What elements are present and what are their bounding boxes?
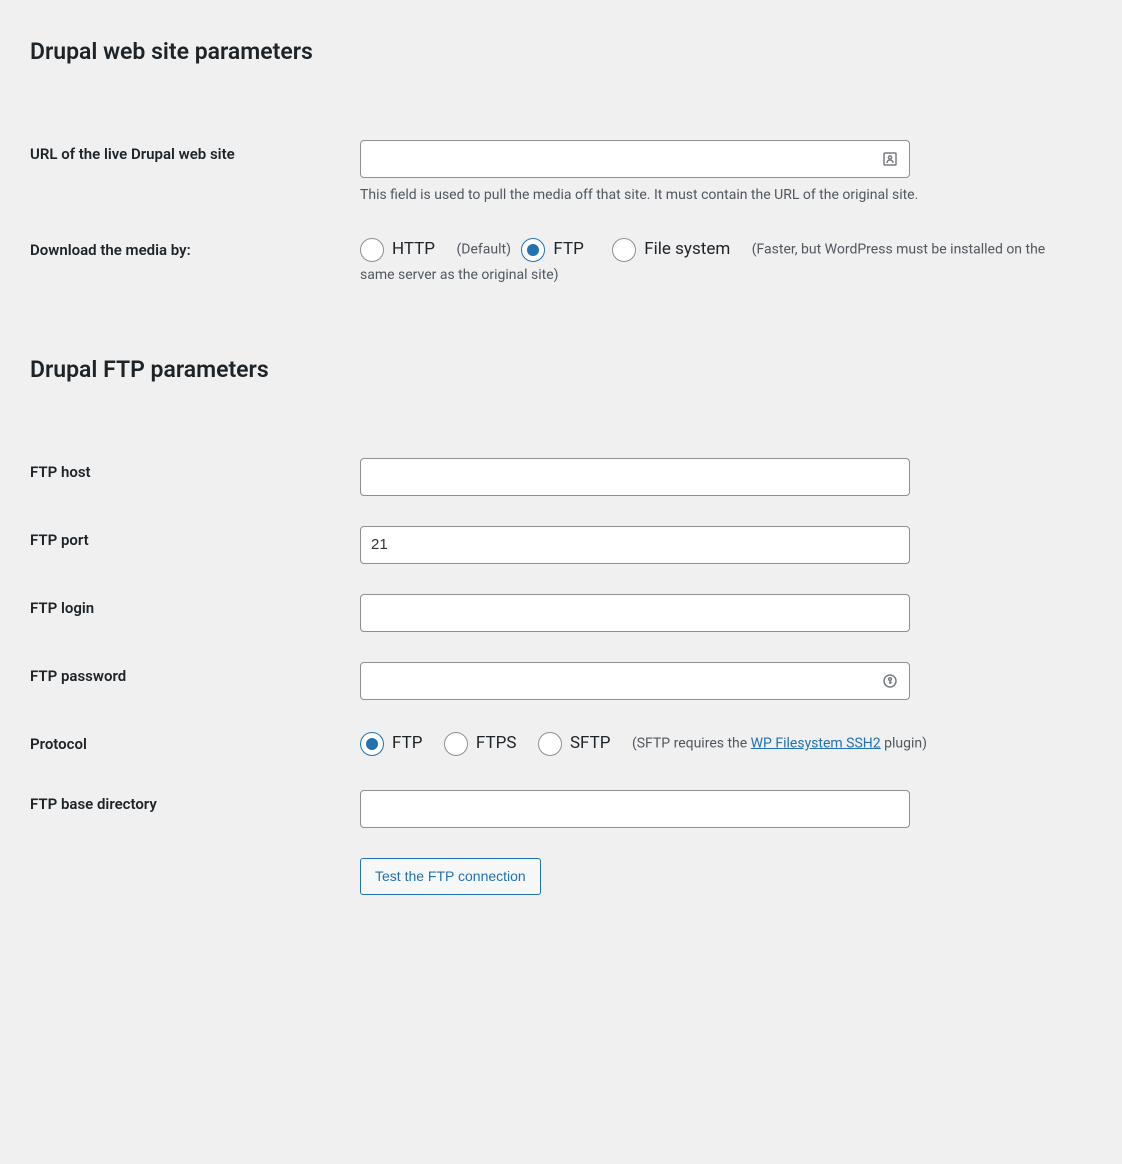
download-http-label: HTTP xyxy=(392,236,435,263)
protocol-sftp-radio[interactable] xyxy=(538,732,562,756)
ftp-base-dir-input[interactable] xyxy=(360,790,910,828)
website-params-table: URL of the live Drupal web site This fie… xyxy=(30,125,1092,301)
download-filesystem-radio[interactable] xyxy=(612,238,636,262)
ftp-login-label: FTP login xyxy=(30,579,350,647)
protocol-ftps-radio[interactable] xyxy=(444,732,468,756)
section-heading-website: Drupal web site parameters xyxy=(30,38,1092,65)
wp-filesystem-ssh2-link[interactable]: WP Filesystem SSH2 xyxy=(751,735,881,751)
ftp-params-table: FTP host FTP port FTP login FTP password xyxy=(30,443,1092,910)
ftp-base-dir-label: FTP base directory xyxy=(30,775,350,843)
section-heading-ftp: Drupal FTP parameters xyxy=(30,356,1092,383)
protocol-sftp-note: (SFTP requires the WP Filesystem SSH2 pl… xyxy=(632,735,927,751)
ftp-login-input[interactable] xyxy=(360,594,910,632)
ftp-host-input[interactable] xyxy=(360,458,910,496)
protocol-ftps-label: FTPS xyxy=(476,730,517,757)
test-ftp-button[interactable]: Test the FTP connection xyxy=(360,858,541,896)
url-description: This field is used to pull the media off… xyxy=(360,184,1082,206)
protocol-sftp-label: SFTP xyxy=(570,730,611,757)
ftp-port-label: FTP port xyxy=(30,511,350,579)
protocol-ftp-radio[interactable] xyxy=(360,732,384,756)
download-filesystem-label: File system xyxy=(644,236,730,263)
ftp-host-label: FTP host xyxy=(30,443,350,511)
url-label: URL of the live Drupal web site xyxy=(30,125,350,221)
ftp-password-label: FTP password xyxy=(30,647,350,715)
download-ftp-label: FTP xyxy=(553,236,583,263)
contact-card-icon xyxy=(882,151,898,167)
key-icon xyxy=(882,673,898,689)
ftp-password-input[interactable] xyxy=(360,662,910,700)
download-http-radio[interactable] xyxy=(360,238,384,262)
download-ftp-radio[interactable] xyxy=(521,238,545,262)
ftp-port-input[interactable] xyxy=(360,526,910,564)
protocol-label: Protocol xyxy=(30,715,350,775)
download-media-label: Download the media by: xyxy=(30,221,350,301)
protocol-ftp-label: FTP xyxy=(392,730,422,757)
url-input[interactable] xyxy=(360,140,910,178)
download-http-suffix: (Default) xyxy=(457,242,511,258)
